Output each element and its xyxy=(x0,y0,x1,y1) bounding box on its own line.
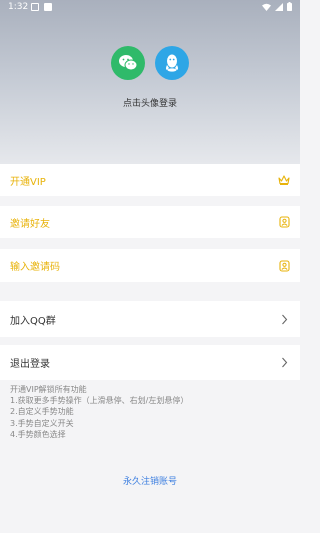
menu-item-label: 退出登录 xyxy=(10,359,50,370)
qq-login-button[interactable] xyxy=(155,46,189,80)
wechat-login-button[interactable] xyxy=(111,46,145,80)
menu-item-logout[interactable]: 退出登录 xyxy=(0,345,300,380)
app-notification-icon xyxy=(44,3,52,11)
status-icons xyxy=(262,2,292,11)
menu-item-label: 输入邀请码 xyxy=(10,262,60,273)
menu-item-label: 加入QQ群 xyxy=(10,315,56,327)
status-time: 1:32 xyxy=(8,2,29,12)
menu-item-vip[interactable]: 开通VIP xyxy=(0,164,300,196)
chevron-right-icon xyxy=(278,357,290,369)
battery-icon xyxy=(287,2,292,11)
menu-item-label: 邀请好友 xyxy=(10,218,50,230)
qq-icon xyxy=(166,54,178,72)
vip-info-line: 1.获取更多手势操作（上滑悬停、右划/左划悬停） xyxy=(10,396,189,406)
menu-item-invite-friends[interactable]: 邀请好友 xyxy=(0,206,300,238)
menu-item-label: 开通VIP xyxy=(10,176,46,188)
wifi-icon xyxy=(262,3,271,11)
vip-info: 开通VIP解锁所有功能 1.获取更多手势操作（上滑悬停、右划/左划悬停） 2.自… xyxy=(10,384,290,440)
chevron-right-icon xyxy=(278,313,290,325)
vip-info-line: 3.手势自定义开关 xyxy=(10,418,74,428)
cancel-account-link[interactable]: 永久注销账号 xyxy=(0,474,300,487)
badge-icon xyxy=(278,259,290,272)
crown-icon xyxy=(278,174,290,186)
menu-item-enter-invite-code[interactable]: 输入邀请码 xyxy=(0,249,300,282)
login-options xyxy=(0,46,300,80)
menu-item-join-qq-group[interactable]: 加入QQ群 xyxy=(0,301,300,337)
vip-info-line: 4.手势颜色选择 xyxy=(10,429,66,439)
status-bar: 1:32 xyxy=(0,0,300,14)
notification-icon xyxy=(31,3,39,11)
vip-info-line: 2.自定义手势功能 xyxy=(10,407,74,417)
login-hint: 点击头像登录 xyxy=(122,99,177,109)
profile-header: 1:32 点击头像登录 xyxy=(0,0,300,164)
signal-icon xyxy=(275,2,283,11)
vip-info-title: 开通VIP解锁所有功能 xyxy=(10,385,87,394)
badge-icon xyxy=(278,216,290,228)
wechat-icon xyxy=(119,55,138,71)
